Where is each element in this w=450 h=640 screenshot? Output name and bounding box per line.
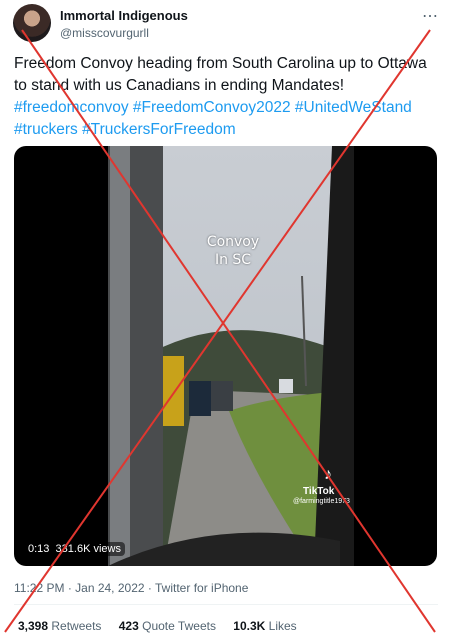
user-handle[interactable]: @misscovurgurll: [60, 26, 149, 40]
tweet-stats: 3,398 Retweets 423 Quote Tweets 10.3K Li…: [18, 619, 311, 633]
hashtag-link[interactable]: #FreedomConvoy2022: [133, 99, 291, 116]
tweet-time[interactable]: 11:22 PM: [14, 581, 64, 595]
video-player[interactable]: Convoy In SC ♪ TikTok @farmingtitle1973 …: [14, 146, 437, 566]
hashtag-link[interactable]: #UnitedWeStand: [295, 99, 412, 116]
video-time: 0:13: [28, 543, 50, 555]
divider: [14, 604, 438, 605]
likes-count: 10.3K: [233, 619, 266, 633]
likes-label: Likes: [268, 619, 297, 633]
video-time-views: 0:13 331.6K views: [24, 542, 125, 556]
video-views: 331.6K views: [55, 543, 121, 555]
tweet-source[interactable]: Twitter for iPhone: [155, 581, 248, 595]
quote-tweets-stat[interactable]: 423 Quote Tweets: [119, 619, 216, 633]
hashtag-link[interactable]: #freedomconvoy: [14, 99, 129, 116]
video-caption-line2: In SC: [214, 252, 252, 268]
display-name[interactable]: Immortal Indigenous: [60, 8, 188, 23]
retweets-label: Retweets: [51, 619, 102, 633]
tiktok-handle: @farmingtitle1973: [293, 498, 350, 505]
tweet-header: Immortal Indigenous @misscovurgurll ⋯: [0, 0, 450, 48]
retweets-count: 3,398: [18, 619, 49, 633]
tweet-text: Freedom Convoy heading from South Caroli…: [14, 53, 438, 141]
video-caption-line1: Convoy: [206, 234, 260, 250]
avatar[interactable]: [13, 4, 51, 42]
hashtag-link[interactable]: #truckers: [14, 121, 78, 138]
video-frame: [108, 146, 354, 566]
retweets-stat[interactable]: 3,398 Retweets: [18, 619, 101, 633]
quote-tweets-count: 423: [118, 619, 139, 633]
hashtag-link[interactable]: #TruckersForFreedom: [82, 121, 236, 138]
more-dots-icon[interactable]: ⋯: [422, 6, 439, 26]
tweet-date[interactable]: Jan 24, 2022: [75, 581, 144, 595]
tweet-body: Freedom Convoy heading from South Caroli…: [14, 55, 427, 94]
tweet-meta: 11:22 PM · Jan 24, 2022 · Twitter for iP…: [14, 581, 249, 595]
tiktok-icon: ♪: [324, 466, 332, 483]
quote-tweets-label: Quote Tweets: [142, 619, 216, 633]
tiktok-label: TikTok: [303, 486, 335, 497]
likes-stat[interactable]: 10.3K Likes: [233, 619, 296, 633]
